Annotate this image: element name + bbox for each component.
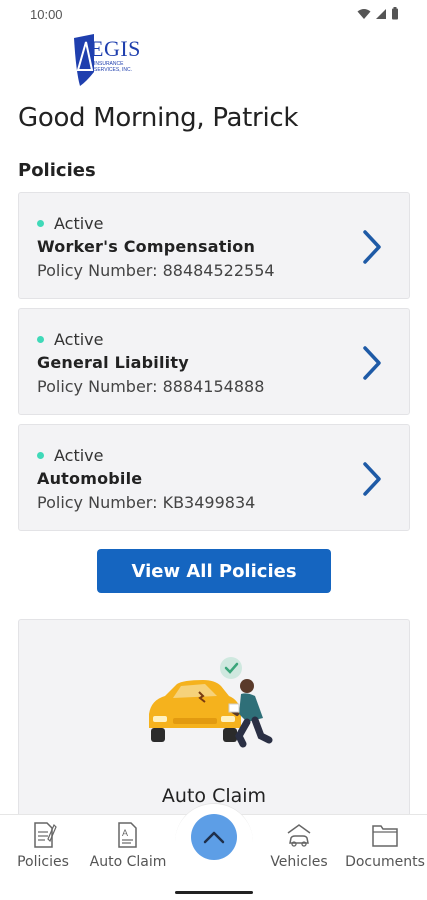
nav-label: Auto Claim — [89, 854, 167, 870]
nav-label: Vehicles — [270, 854, 328, 870]
policy-status: Active — [37, 446, 104, 465]
status-dot-icon — [37, 452, 44, 459]
signal-icon — [376, 8, 386, 19]
policy-number: Policy Number: 8884154888 — [37, 377, 265, 396]
policy-status: Active — [37, 330, 104, 349]
status-bar: 10:00 — [0, 0, 427, 30]
nav-item-documents[interactable]: Documents — [345, 821, 425, 870]
nav-label: Policies — [17, 854, 69, 870]
policy-card-general-liability[interactable]: Active General Liability Policy Number: … — [18, 308, 410, 415]
policy-number: Policy Number: 88484522554 — [37, 261, 275, 280]
chevron-up-icon — [203, 831, 225, 844]
home-indicator[interactable] — [175, 891, 253, 894]
svg-text:EGIS: EGIS — [90, 36, 141, 61]
policy-status-text: Active — [54, 330, 104, 349]
chevron-right-icon[interactable] — [361, 461, 383, 497]
aegis-logo: EGIS INSURANCE SERVICES, INC. — [72, 32, 162, 88]
status-dot-icon — [37, 336, 44, 343]
policy-status-text: Active — [54, 214, 104, 233]
policy-name: Automobile — [37, 469, 143, 488]
car-inspection-illustration — [149, 657, 273, 748]
policy-status: Active — [37, 214, 104, 233]
policy-card-automobile[interactable]: Active Automobile Policy Number: KB34998… — [18, 424, 410, 531]
auto-claim-card[interactable]: Auto Claim — [18, 619, 410, 819]
view-all-policies-button[interactable]: View All Policies — [97, 549, 331, 593]
bottom-navigation: Policies A Auto Claim Vehicles Documents — [0, 803, 427, 900]
policies-section-title: Policies — [18, 160, 96, 181]
chevron-right-icon[interactable] — [361, 345, 383, 381]
wifi-icon — [357, 8, 371, 19]
nav-item-policies[interactable]: Policies — [3, 821, 83, 870]
battery-icon — [392, 7, 398, 20]
policy-name: Worker's Compensation — [37, 237, 256, 256]
status-icons — [357, 7, 399, 20]
policy-number: Policy Number: KB3499834 — [37, 493, 256, 512]
auto-claim-icon: A — [118, 822, 137, 848]
documents-icon — [372, 825, 398, 847]
status-time: 10:00 — [30, 7, 63, 22]
svg-text:A: A — [122, 828, 128, 838]
nav-item-auto-claim[interactable]: A Auto Claim — [88, 821, 168, 870]
status-dot-icon — [37, 220, 44, 227]
policies-icon — [34, 822, 57, 848]
policy-card-workers-compensation[interactable]: Active Worker's Compensation Policy Numb… — [18, 192, 410, 299]
policy-status-text: Active — [54, 446, 104, 465]
vehicles-icon — [287, 824, 311, 847]
policy-name: General Liability — [37, 353, 189, 372]
expand-menu-button[interactable] — [191, 814, 237, 860]
greeting: Good Morning, Patrick — [18, 103, 299, 133]
nav-label: Documents — [345, 854, 425, 870]
nav-item-vehicles[interactable]: Vehicles — [259, 821, 339, 870]
chevron-right-icon[interactable] — [361, 229, 383, 265]
svg-text:SERVICES, INC.: SERVICES, INC. — [94, 67, 132, 73]
policy-list: Active Worker's Compensation Policy Numb… — [18, 192, 410, 540]
